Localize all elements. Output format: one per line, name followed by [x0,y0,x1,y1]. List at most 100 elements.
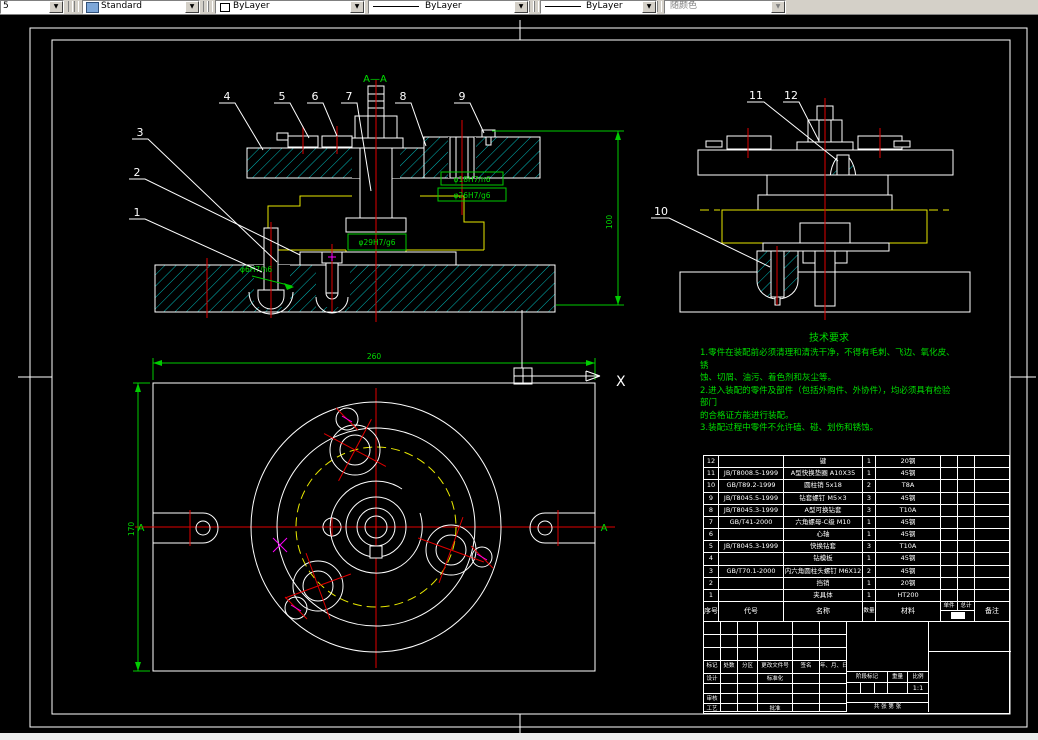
bom-no: 7 [704,516,719,528]
tb-mark: 标记 [704,661,721,674]
technical-requirements: 技术要求 1.零件在装配前必须清理和清洗干净，不得有毛刺、飞边、氧化皮、锈 蚀、… [700,329,958,435]
bom-qty: 2 [863,565,876,577]
lineweight-combo-value: ByLayer [586,1,623,11]
bom-code: GB/T41-2000 [719,516,784,528]
color-combo-arrow-icon[interactable]: ▼ [350,1,364,13]
table-row: 9 JB/T8045.5-1999 钻套螺钉 M5×3 3 45钢 [704,492,1009,505]
bom-name: 挡销 [784,577,863,589]
bom-material: 20钢 [876,456,941,468]
title-block: 标记 处数 分区 更改文件号 签名 年、月、日 设计 标准化 审核 工艺 批准 … [703,622,1011,714]
bom-no: 4 [704,553,719,565]
status-bar-strip [0,733,1038,740]
bom-code [719,589,784,601]
ucs-axis-marker: X [513,310,626,390]
bom-header-code: 代号 [719,602,784,621]
tb-drawing-name-cell [929,622,1011,652]
tb-scale-value: 1:1 [912,684,924,692]
tech-notes-title: 技术要求 [809,333,849,344]
section-balloons: 1 2 3 4 5 6 7 8 9 [129,90,485,273]
bom-qty: 3 [863,492,876,504]
bom-table: 12 键 1 20钢 11 JB/T8008.5-1999 A型快换垫圈 A10X35 1 4… [703,455,1010,622]
bom-rows: 12 键 1 20钢 11 JB/T8008.5-1999 A型快换垫圈 A10X35 1 4… [704,456,1009,602]
table-row: 8 JB/T8045.3-1999 A型可换钻套 3 T10A [704,504,1009,517]
plan-dimensions: 260 170 [127,352,596,672]
text-style-combo-value: Standard [101,1,142,11]
linetype-control-combo[interactable]: ByLayer ▼ [368,0,529,14]
tb-date: 年、月、日 [820,661,847,674]
plan-slot-left [153,510,219,546]
bom-no: 3 [704,565,719,577]
bom-code: JB/T8045.5-1999 [719,492,784,504]
section-mark-right: A [601,523,608,534]
tb-audit: 审核 [704,694,721,704]
tech-note-line: 2.进入装配的零件及部件（包括外购件、外协件），均必须具有检验部门 [700,385,951,409]
title-block-right [928,622,1011,712]
bom-name: 夹具体 [784,589,863,601]
style-combo-arrow-icon[interactable]: ▼ [185,1,199,13]
bom-name: 圆柱销 5x18 [784,480,863,492]
bom-code [719,529,784,541]
bom-material: 45钢 [876,529,941,541]
bom-no: 11 [704,468,719,480]
toolbar-separator [68,1,73,12]
dim-phi18: φ18H7/n6 [454,175,491,184]
bom-name: 心轴 [784,529,863,541]
toolbar-separator [208,1,213,12]
bom-no: 1 [704,589,719,601]
balloon-11: 11 [749,89,763,102]
bom-name: 内六角圆柱头螺钉 M6X12 [784,565,863,577]
bom-code: GB/T70.1-2000 [719,565,784,577]
dim-phi26: φ26H7/g6 [454,191,491,200]
balloon-5: 5 [279,90,286,103]
tb-stage-label: 阶段标记 [847,672,888,682]
table-row: 5 JB/T8045.3-1999 快换钻套 3 T10A [704,541,1009,554]
lineweight-control-combo[interactable]: ByLayer ▼ [540,0,657,14]
lineweight-sample-icon [545,6,581,7]
toolbar-separator [534,1,539,12]
section-title: A—A [363,74,387,85]
bom-material: T8A [876,480,941,492]
bom-no: 5 [704,541,719,553]
table-row: 7 GB/T41-2000 六角螺母-C级 M10 1 45钢 [704,516,1009,529]
bom-qty: 1 [863,553,876,565]
bom-no: 9 [704,492,719,504]
color-control-combo[interactable]: ByLayer ▼ [215,0,365,14]
bom-material: T10A [876,504,941,516]
base-plate-section [154,264,556,313]
bom-no: 6 [704,529,719,541]
color-swatch-icon [220,3,230,12]
tb-count: 处数 [721,661,738,674]
toolbar-separator [657,1,662,12]
linetype-combo-arrow-icon[interactable]: ▼ [514,1,528,13]
bom-code: JB/T8045.3-1999 [719,541,784,553]
linetype-sample-icon [373,6,419,7]
bom-no: 10 [704,480,719,492]
table-row: 1 夹具体 1 HT200 [704,589,1009,602]
plan-bushing-c [417,516,494,584]
tb-standardize: 标准化 [758,674,793,684]
bom-header-remark: 备注 [985,607,999,615]
bom-qty: 1 [863,577,876,589]
balloon-1: 1 [134,206,141,219]
layer-combo-arrow-icon[interactable]: ▼ [49,1,63,13]
table-row: 3 GB/T70.1-2000 内六角圆柱头螺钉 M6X12 2 45钢 [704,565,1009,578]
color-combo-value: ByLayer [233,1,270,11]
balloon-6: 6 [312,90,319,103]
bom-code [719,456,784,468]
dim-depth-170: 170 [127,522,136,537]
toolbar-separator [74,1,79,12]
bom-code: JB/T8008.5-1999 [719,468,784,480]
bom-material: 45钢 [876,468,941,480]
bom-qty: 1 [863,516,876,528]
bom-header-qty: 数量 [863,602,876,621]
lineweight-combo-arrow-icon[interactable]: ▼ [642,1,656,13]
table-row: 11 JB/T8008.5-1999 A型快换垫圈 A10X35 1 45钢 [704,468,1009,481]
bom-name: A型可换钻套 [784,504,863,516]
tb-change-file: 更改文件号 [758,661,793,674]
table-row: 2 挡销 1 20钢 [704,577,1009,590]
bom-qty: 3 [863,541,876,553]
bom-name: 钻套螺钉 M5×3 [784,492,863,504]
keyway [369,545,383,559]
text-style-combo[interactable]: Standard ▼ [82,0,200,14]
layer-combo[interactable]: 5 ▼ [0,0,64,14]
